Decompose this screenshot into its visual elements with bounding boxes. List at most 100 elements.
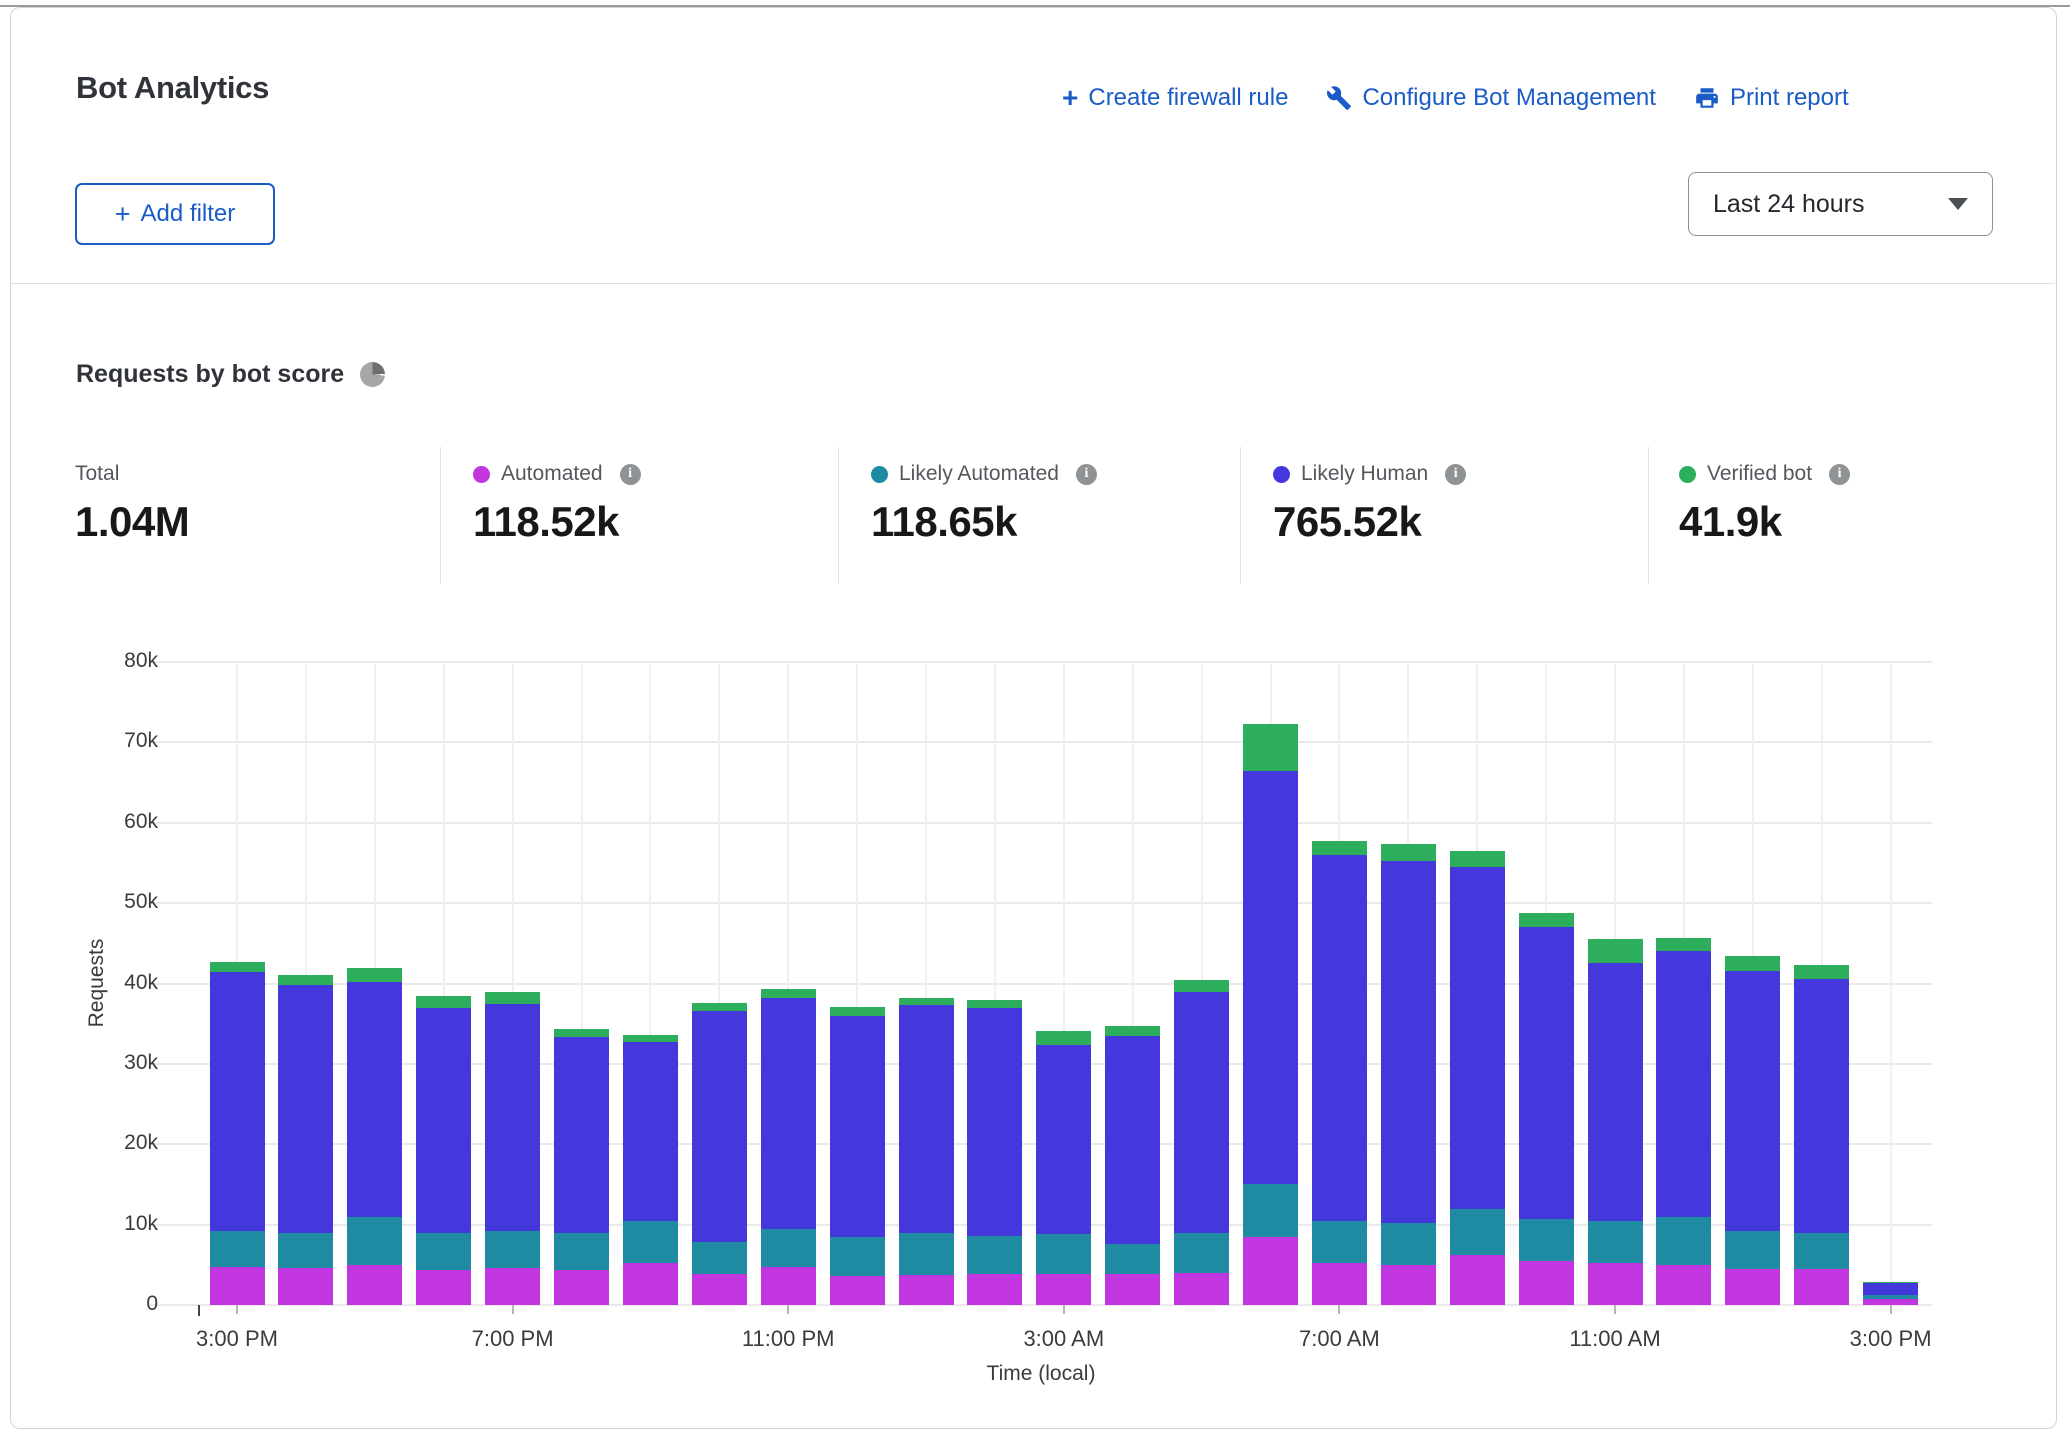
bar-segment-likely-human: [1105, 1036, 1160, 1244]
bar-segment-likely-automated: [967, 1236, 1022, 1274]
info-icon[interactable]: i: [620, 464, 641, 485]
bar-segment-likely-automated: [1450, 1209, 1505, 1256]
bar-segment-likely-automated: [1174, 1233, 1229, 1273]
bar[interactable]: [1588, 939, 1643, 1305]
add-filter-button[interactable]: + Add filter: [75, 183, 275, 245]
legend-dot-verified-bot: [1679, 466, 1696, 483]
bar[interactable]: [692, 1003, 747, 1305]
x-axis-tick: [787, 1305, 789, 1314]
legend-dot-likely-automated: [871, 466, 888, 483]
bar[interactable]: [1036, 1031, 1091, 1305]
bar[interactable]: [1794, 965, 1849, 1305]
stat-label: Verified bot: [1707, 462, 1812, 486]
info-icon[interactable]: i: [1076, 464, 1097, 485]
bar[interactable]: [761, 989, 816, 1305]
bar-segment-likely-human: [554, 1037, 609, 1232]
bar-segment-likely-automated: [485, 1231, 540, 1268]
bar-segment-verified-bot: [1243, 724, 1298, 771]
bar-segment-likely-automated: [278, 1233, 333, 1268]
bar-segment-likely-automated: [1381, 1223, 1436, 1265]
bar-segment-verified-bot: [899, 998, 954, 1005]
stats-divider: [1240, 447, 1241, 584]
bar-segment-likely-human: [1450, 867, 1505, 1209]
create-firewall-rule-link[interactable]: + Create firewall rule: [1062, 84, 1288, 112]
y-axis-origin-tick: [198, 1305, 200, 1316]
bar-segment-verified-bot: [830, 1007, 885, 1016]
bar-segment-automated: [692, 1274, 747, 1305]
bar[interactable]: [416, 996, 471, 1305]
bar-segment-automated: [761, 1267, 816, 1305]
bar[interactable]: [1312, 841, 1367, 1305]
bar-segment-automated: [1656, 1265, 1711, 1305]
bar-segment-likely-automated: [1105, 1244, 1160, 1274]
bar-segment-likely-automated: [1863, 1295, 1918, 1299]
bar-segment-verified-bot: [1381, 844, 1436, 861]
configure-bot-management-link[interactable]: Configure Bot Management: [1326, 84, 1656, 112]
bar-segment-verified-bot: [554, 1029, 609, 1038]
bar[interactable]: [485, 992, 540, 1305]
x-axis-tick: [236, 1305, 238, 1314]
bar[interactable]: [1863, 1282, 1918, 1305]
h-gridline: [150, 741, 1932, 743]
bar[interactable]: [623, 1035, 678, 1305]
print-report-link[interactable]: Print report: [1694, 84, 1849, 112]
info-icon[interactable]: i: [1829, 464, 1850, 485]
bar[interactable]: [278, 975, 333, 1305]
bar[interactable]: [1105, 1026, 1160, 1305]
time-range-select[interactable]: Last 24 hours: [1688, 172, 1993, 236]
x-axis-tick: [1063, 1305, 1065, 1314]
stat-value: 118.65k: [871, 498, 1017, 546]
stats-divider: [838, 447, 839, 584]
bar-segment-automated: [623, 1263, 678, 1305]
bar[interactable]: [1725, 956, 1780, 1305]
bar-segment-automated: [554, 1270, 609, 1305]
x-axis-tick: [512, 1305, 514, 1314]
bar-segment-automated: [830, 1276, 885, 1305]
bar[interactable]: [1519, 913, 1574, 1305]
bar[interactable]: [210, 962, 265, 1305]
bar-segment-likely-automated: [1656, 1217, 1711, 1265]
bar[interactable]: [1174, 980, 1229, 1305]
bar-segment-likely-automated: [1519, 1219, 1574, 1261]
print-report-label: Print report: [1730, 84, 1849, 112]
bar-segment-likely-automated: [830, 1237, 885, 1276]
stat-value: 41.9k: [1679, 498, 1782, 546]
x-axis-tick-label: 7:00 AM: [1269, 1326, 1409, 1352]
y-axis-tick-label: 70k: [78, 729, 158, 753]
bar-segment-verified-bot: [1174, 980, 1229, 991]
bar-segment-likely-human: [1794, 979, 1849, 1232]
bar-segment-automated: [485, 1268, 540, 1305]
bar-segment-automated: [1450, 1255, 1505, 1305]
bar-segment-verified-bot: [416, 996, 471, 1009]
bar[interactable]: [830, 1007, 885, 1305]
bar[interactable]: [1243, 724, 1298, 1305]
v-gridline: [1890, 662, 1892, 1305]
section-title-row: Requests by bot score: [76, 360, 385, 389]
stat-label: Total: [75, 462, 119, 486]
bar-segment-likely-human: [1381, 861, 1436, 1223]
bar[interactable]: [967, 1000, 1022, 1305]
stat-label-row: Total: [75, 461, 119, 487]
bar-segment-automated: [1174, 1273, 1229, 1305]
bar-segment-automated: [1725, 1269, 1780, 1305]
bar[interactable]: [899, 998, 954, 1305]
bar[interactable]: [1656, 938, 1711, 1305]
info-icon[interactable]: i: [1445, 464, 1466, 485]
bar-segment-likely-human: [1312, 855, 1367, 1221]
bar-segment-automated: [1243, 1237, 1298, 1305]
bar[interactable]: [1450, 851, 1505, 1305]
y-axis-tick-label: 60k: [78, 810, 158, 834]
bar-segment-likely-human: [692, 1011, 747, 1242]
bar-segment-automated: [1105, 1274, 1160, 1305]
bar-segment-automated: [1588, 1263, 1643, 1305]
legend-dot-likely-human: [1273, 466, 1290, 483]
bar[interactable]: [554, 1029, 609, 1305]
bar-segment-likely-automated: [899, 1233, 954, 1275]
bar-segment-likely-human: [278, 985, 333, 1233]
bar[interactable]: [1381, 844, 1436, 1305]
stats-divider: [1648, 447, 1649, 584]
bar-segment-automated: [210, 1267, 265, 1305]
bar[interactable]: [347, 968, 402, 1305]
y-axis-tick-label: 0: [78, 1292, 158, 1316]
stat-label: Automated: [501, 462, 603, 486]
